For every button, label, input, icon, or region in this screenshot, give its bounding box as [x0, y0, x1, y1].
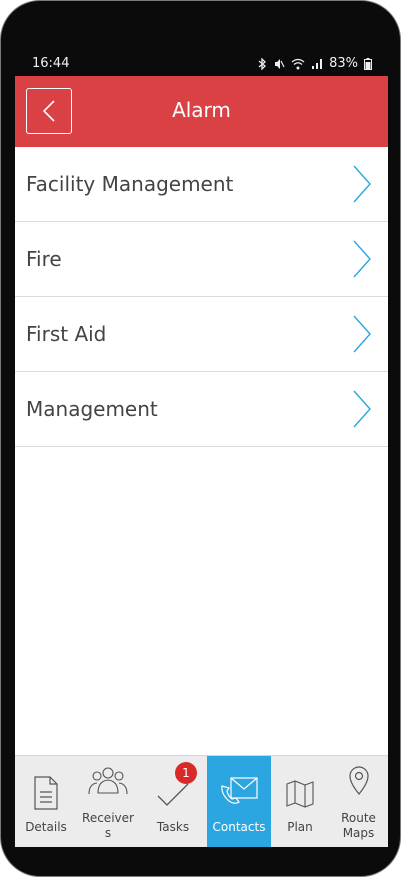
- chevron-right-icon: [353, 165, 371, 203]
- tab-receivers[interactable]: Receiver s: [77, 756, 139, 847]
- battery-percent: 83%: [329, 56, 358, 71]
- bluetooth-icon: [258, 57, 267, 70]
- chevron-right-icon: [353, 390, 371, 428]
- wifi-icon: [291, 58, 305, 69]
- chevron-right-icon: [353, 240, 371, 278]
- tab-plan[interactable]: Plan: [271, 756, 329, 847]
- tasks-badge: 1: [175, 762, 197, 784]
- mute-icon: [275, 58, 285, 69]
- status-icons: 83%: [257, 56, 372, 71]
- list-item-label: First Aid: [26, 322, 107, 346]
- list-item-label: Fire: [26, 247, 62, 271]
- alarm-list: Facility Management Fire First Aid Manag…: [15, 147, 388, 447]
- page-title: Alarm: [172, 98, 231, 122]
- list-item[interactable]: Management: [15, 372, 388, 447]
- tab-label: Contacts: [212, 820, 266, 834]
- tab-tasks[interactable]: 1 Tasks: [139, 756, 207, 847]
- app-header: Alarm: [15, 76, 388, 147]
- document-icon: [34, 776, 58, 810]
- map-icon: [286, 780, 314, 808]
- envelope-phone-icon: [221, 777, 258, 804]
- tab-label: Plan: [287, 820, 313, 834]
- checkmark-icon: [157, 783, 189, 806]
- battery-icon: [364, 57, 372, 70]
- chevron-right-icon: [353, 315, 371, 353]
- tab-route-maps[interactable]: Route Maps: [329, 756, 388, 847]
- tab-label: Details: [25, 820, 67, 834]
- list-item[interactable]: First Aid: [15, 297, 388, 372]
- tab-label: Route Maps: [341, 811, 376, 840]
- status-time: 16:44: [32, 56, 70, 71]
- app-screen: Alarm Facility Management Fire First Aid…: [15, 76, 388, 847]
- list-item-label: Facility Management: [26, 172, 234, 196]
- tab-bar: Details Receiver s 1 Tasks Contacts Plan: [15, 755, 388, 847]
- tab-label: Tasks: [156, 820, 190, 834]
- list-item[interactable]: Facility Management: [15, 147, 388, 222]
- tab-label: Receiver s: [82, 811, 134, 840]
- location-pin-icon: [348, 766, 369, 795]
- tab-contacts[interactable]: Contacts: [207, 756, 271, 847]
- status-bar: 16:44 83%: [15, 52, 388, 76]
- tab-details[interactable]: Details: [15, 756, 77, 847]
- list-item-label: Management: [26, 397, 158, 421]
- phone: 16:44 83% Alarm Facility Management Fire: [0, 0, 403, 879]
- people-icon: [88, 767, 128, 795]
- list-item[interactable]: Fire: [15, 222, 388, 297]
- signal-icon: [312, 58, 323, 69]
